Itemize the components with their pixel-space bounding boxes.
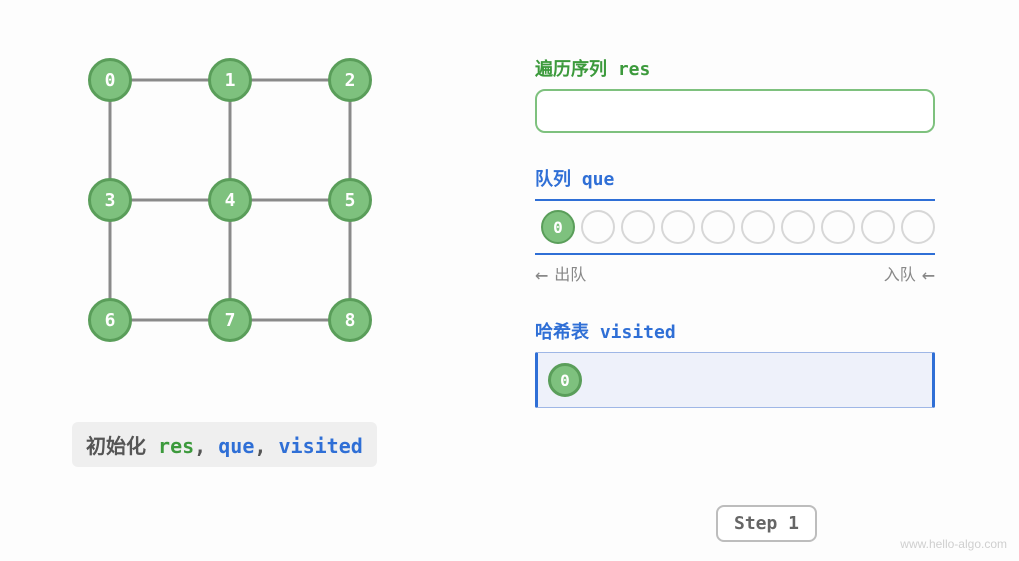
caption-visited: visited	[278, 434, 362, 458]
caption-que: que	[218, 434, 254, 458]
queue-slot	[821, 210, 855, 244]
graph-node-6: 6	[88, 298, 132, 342]
caption-prefix: 初始化	[86, 434, 146, 458]
graph-node-4: 4	[208, 178, 252, 222]
graph-grid: 0 1 2 3 4 5 6 7 8	[90, 60, 370, 340]
queue-slot	[901, 210, 935, 244]
res-box	[535, 89, 935, 133]
caption-res: res	[158, 434, 194, 458]
caption-sep2: ,	[254, 434, 266, 458]
queue-rail: 0	[535, 199, 935, 255]
init-caption: 初始化 res, que, visited	[72, 422, 377, 467]
queue-slot	[661, 210, 695, 244]
caption-sep1: ,	[194, 434, 206, 458]
dequeue-label: 出队	[535, 261, 586, 288]
watermark: www.hello-algo.com	[900, 537, 1007, 551]
queue-slot	[741, 210, 775, 244]
queue-slot: 0	[541, 210, 575, 244]
queue-slot	[861, 210, 895, 244]
res-title: 遍历序列 res	[535, 55, 955, 81]
graph-node-2: 2	[328, 58, 372, 102]
graph-node-3: 3	[88, 178, 132, 222]
step-button[interactable]: Step 1	[716, 505, 817, 542]
enqueue-label: 入队	[884, 261, 935, 288]
queue-slot	[621, 210, 655, 244]
queue-slot	[581, 210, 615, 244]
queue-title: 队列 que	[535, 165, 955, 191]
graph-node-0: 0	[88, 58, 132, 102]
visited-title: 哈希表 visited	[535, 318, 955, 344]
graph-node-8: 8	[328, 298, 372, 342]
queue-slot	[701, 210, 735, 244]
graph-node-5: 5	[328, 178, 372, 222]
graph-node-7: 7	[208, 298, 252, 342]
queue-slot	[781, 210, 815, 244]
graph-node-1: 1	[208, 58, 252, 102]
visited-box: 0	[535, 352, 935, 408]
visited-chip: 0	[548, 363, 582, 397]
